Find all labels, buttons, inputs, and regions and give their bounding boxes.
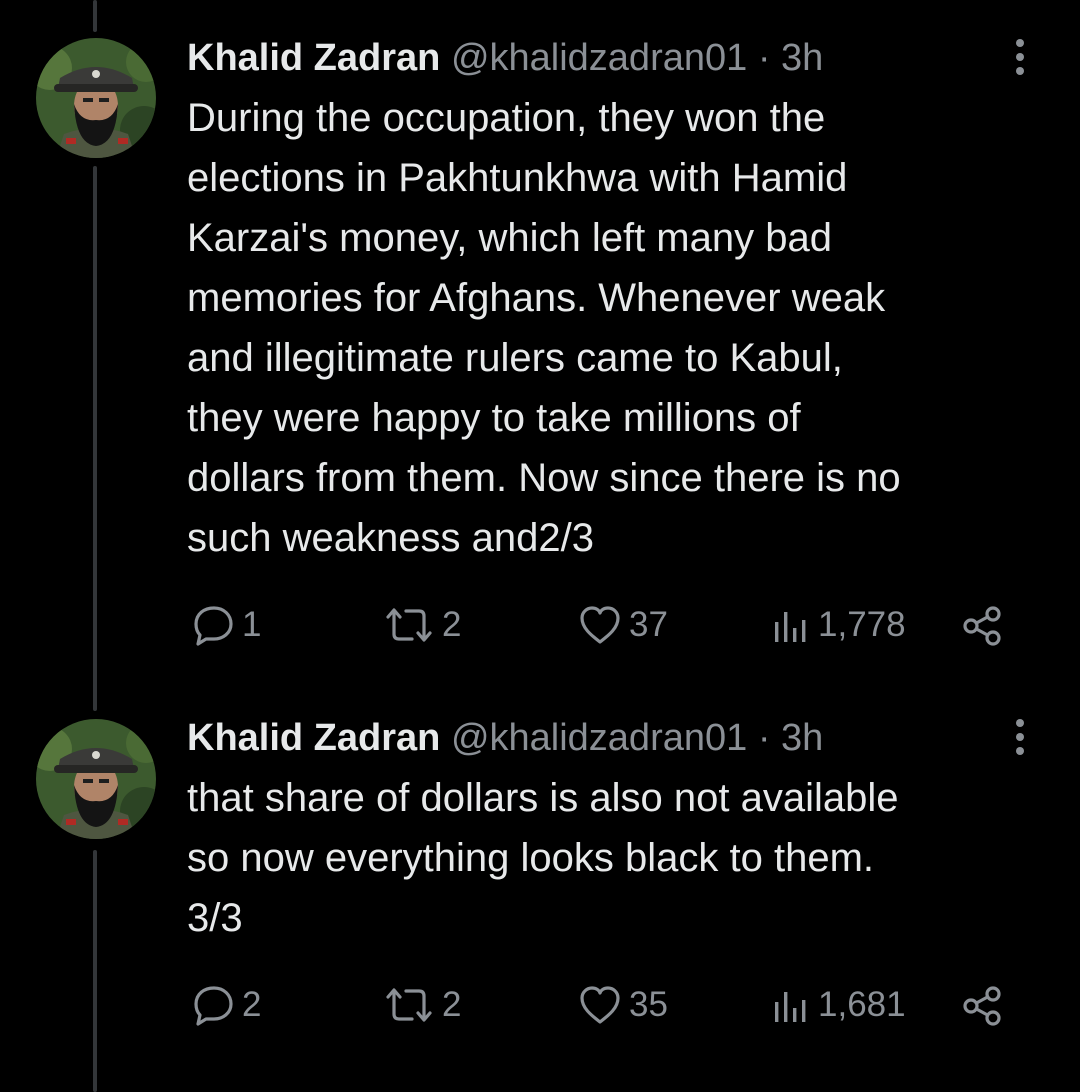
avatar[interactable]	[36, 38, 156, 158]
reply-count: 2	[242, 985, 262, 1024]
thread-line-top	[93, 0, 97, 32]
views-count: 1,778	[818, 605, 906, 644]
reply-icon	[194, 606, 233, 646]
more-button[interactable]	[1008, 715, 1032, 761]
action-bar: 2 2 35 1,681	[0, 981, 1080, 1029]
views-button[interactable]: 1,681	[770, 981, 906, 1029]
tweet-text: During the occupation, they won the elec…	[187, 96, 901, 560]
more-button[interactable]	[1008, 35, 1032, 81]
tweet-text: that share of dollars is also not availa…	[187, 776, 899, 940]
like-button[interactable]: 35	[577, 981, 668, 1029]
repost-button[interactable]: 2	[382, 601, 461, 649]
thread-line-bottom	[93, 850, 97, 1092]
share-icon	[963, 606, 1001, 646]
reply-button[interactable]: 2	[190, 981, 261, 1029]
reply-button[interactable]: 1	[190, 601, 261, 649]
heart-icon	[580, 986, 620, 1024]
views-icon	[775, 992, 806, 1022]
tweet-header: Khalid Zadran @khalidzadran01 · 3h	[187, 715, 823, 761]
like-count: 35	[629, 985, 668, 1024]
timestamp[interactable]: 3h	[781, 717, 823, 759]
repost-count: 2	[442, 985, 462, 1024]
more-icon	[1016, 719, 1024, 755]
share-icon	[963, 986, 1001, 1026]
action-bar: 1 2 37 1,778	[0, 601, 1080, 649]
like-count: 37	[629, 605, 668, 644]
heart-icon	[580, 606, 620, 644]
tweet-header: Khalid Zadran @khalidzadran01 · 3h	[187, 35, 823, 81]
reply-count: 1	[242, 605, 262, 644]
views-button[interactable]: 1,778	[770, 601, 906, 649]
separator-dot: ·	[757, 717, 771, 759]
repost-button[interactable]: 2	[382, 981, 461, 1029]
repost-icon	[386, 988, 432, 1022]
author-handle[interactable]: @khalidzadran01	[451, 717, 747, 759]
author-name[interactable]: Khalid Zadran	[187, 37, 440, 79]
views-count: 1,681	[818, 985, 906, 1024]
separator-dot: ·	[757, 37, 771, 79]
repost-count: 2	[442, 605, 462, 644]
author-name[interactable]: Khalid Zadran	[187, 717, 440, 759]
author-handle[interactable]: @khalidzadran01	[451, 37, 747, 79]
views-icon	[775, 612, 806, 642]
more-icon	[1016, 39, 1024, 75]
share-button[interactable]	[960, 985, 1006, 1032]
avatar[interactable]	[36, 719, 156, 839]
reply-icon	[194, 986, 233, 1026]
share-button[interactable]	[960, 605, 1006, 652]
like-button[interactable]: 37	[577, 601, 668, 649]
repost-icon	[386, 608, 432, 642]
timestamp[interactable]: 3h	[781, 37, 823, 79]
